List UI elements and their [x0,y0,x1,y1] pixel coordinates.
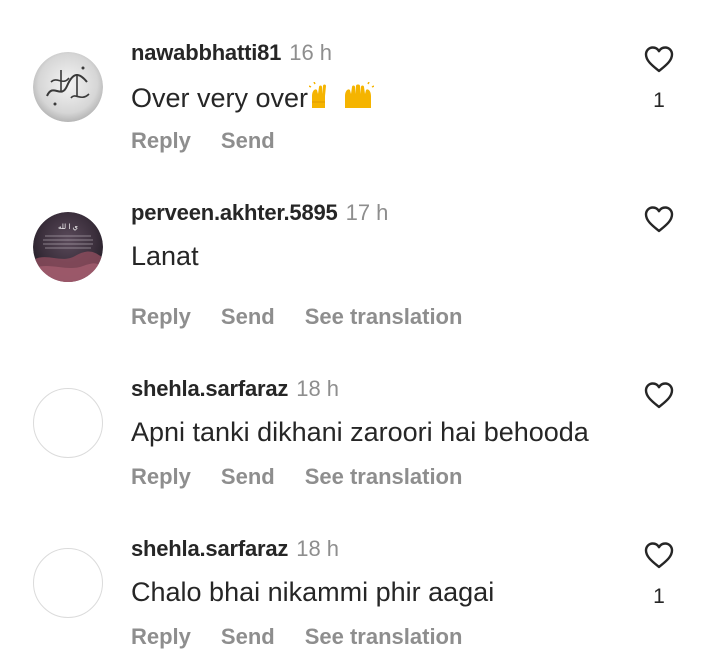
comment-username[interactable]: perveen.akhter.5895 [131,200,338,225]
avatar[interactable] [33,388,103,458]
reply-button[interactable]: Reply [131,128,191,154]
reply-button[interactable]: Reply [131,304,191,330]
svg-text:ي ا لله: ي ا لله [58,223,79,231]
raising-hands-emoji-icon [342,81,375,117]
comment-text: Apni tanki dikhani zaroori hai behooda [131,417,589,447]
send-button[interactable]: Send [221,304,275,330]
see-translation-button[interactable]: See translation [305,304,463,330]
comment-text: Lanat [131,241,199,271]
heart-icon[interactable] [643,204,675,234]
comment-username[interactable]: shehla.sarfaraz [131,376,288,401]
comment-username[interactable]: shehla.sarfaraz [131,536,288,561]
send-button[interactable]: Send [221,128,275,154]
calligraphy-avatar-icon [33,52,103,122]
heart-icon[interactable] [643,44,675,74]
comment-text-row: Over very over [131,81,375,117]
comment-timestamp: 18 h [296,536,340,561]
avatar[interactable] [33,52,103,122]
see-translation-button[interactable]: See translation [305,624,463,650]
comment-item: shehla.sarfaraz 18 h Apni tanki dikhani z… [0,346,720,506]
avatar[interactable]: ي ا لله [33,212,103,282]
raising-hands-emoji-icon [308,81,341,117]
comment-item: shehla.sarfaraz 18 h Chalo bhai nikammi p… [0,506,720,666]
comment-timestamp: 16 h [289,40,333,65]
dark-photo-avatar-icon: ي ا لله [33,212,103,282]
comment-timestamp: 17 h [345,200,389,225]
comment-text: Chalo bhai nikammi phir aagai [131,577,495,607]
avatar[interactable] [33,548,103,618]
heart-icon[interactable] [643,380,675,410]
send-button[interactable]: Send [221,464,275,490]
comment-timestamp: 18 h [296,376,340,401]
comment-username[interactable]: nawabbhatti81 [131,40,281,65]
like-count: 1 [653,89,665,112]
reply-button[interactable]: Reply [131,464,191,490]
send-button[interactable]: Send [221,624,275,650]
comment-item: nawabbhatti81 16 h Over very over Reply Se… [0,0,720,166]
comment-item: ي ا لله perveen.akhter.5895 17 h Lanat Re… [0,166,720,346]
see-translation-button[interactable]: See translation [305,464,463,490]
like-count: 1 [653,585,665,608]
reply-button[interactable]: Reply [131,624,191,650]
comment-text: Over very over [131,83,309,113]
heart-icon[interactable] [643,540,675,570]
